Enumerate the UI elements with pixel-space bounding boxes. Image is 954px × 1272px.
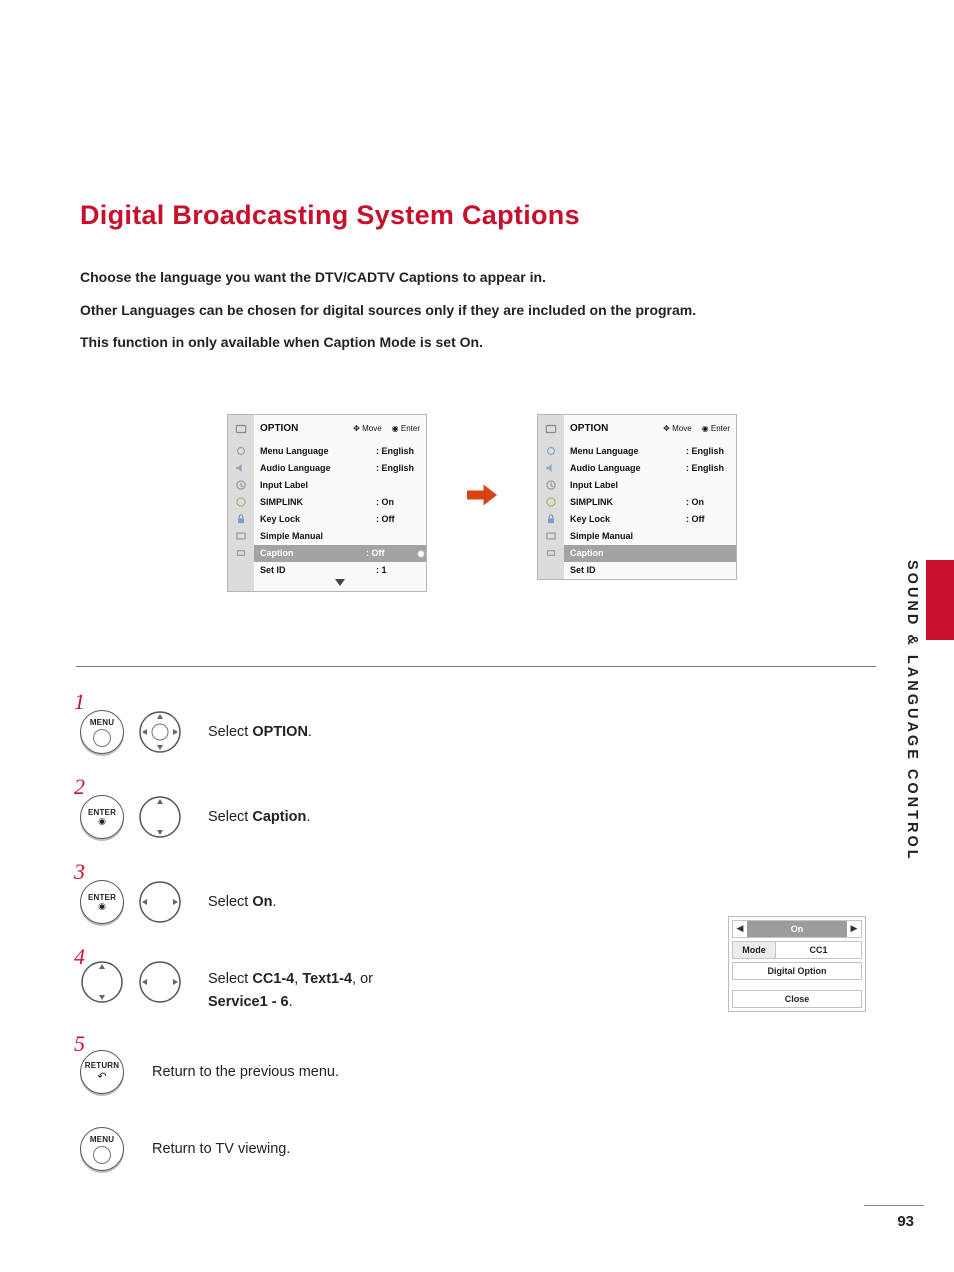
input-icon — [544, 529, 558, 543]
osd-item-list: Menu Language: English Audio Language: E… — [564, 443, 736, 579]
popup-mode-label: Mode — [732, 941, 776, 959]
osd-item-list: Menu Language: English Audio Language: E… — [254, 443, 426, 591]
osd-panel-right: OPTION ✥ Move ◉ Enter — [537, 414, 737, 580]
usb-icon — [234, 546, 248, 560]
remote-dpad-leftright — [138, 880, 182, 924]
caret-down-icon — [254, 579, 426, 591]
remote-enter-button: ENTER ◉ — [80, 880, 124, 924]
remote-dpad-leftright — [138, 960, 182, 1004]
time-icon — [544, 478, 558, 492]
page-title: Digital Broadcasting System Captions — [80, 200, 884, 231]
empty-icon — [234, 563, 248, 577]
osd-hints: ✥ Move ◉ Enter — [353, 424, 426, 433]
osd-hints: ✥ Move ◉ Enter — [663, 424, 736, 433]
picture-icon — [234, 444, 248, 458]
page-number-rule — [864, 1205, 924, 1206]
osd-category-icons — [228, 443, 254, 591]
channel-icon — [234, 422, 248, 436]
channel-icon — [544, 422, 558, 436]
enter-dot-icon — [416, 548, 426, 558]
step-1: 1 MENU Select OPTION. — [80, 705, 884, 760]
arrow-right-icon — [467, 484, 497, 506]
step-2: 2 ENTER ◉ Select Caption. — [80, 790, 884, 845]
remote-return-button: RETURN ↶ — [80, 1050, 124, 1094]
picture-icon — [544, 444, 558, 458]
option-icon — [234, 495, 248, 509]
popup-mode-value[interactable]: CC1 — [776, 941, 862, 959]
remote-dpad-all — [138, 710, 182, 754]
remote-menu-button: MENU — [80, 1127, 124, 1171]
lock-icon — [234, 512, 248, 526]
time-icon — [234, 478, 248, 492]
sound-icon — [234, 461, 248, 475]
step-4: 4 Select CC1-4, Text1-4, orService1 - 6. — [80, 960, 884, 1015]
osd-heading: OPTION — [564, 423, 663, 434]
lock-icon — [544, 512, 558, 526]
step-5: 5 RETURN ↶ Return to the previous menu. — [80, 1045, 884, 1100]
osd-panel-left: OPTION ✥ Move ◉ Enter — [227, 414, 427, 592]
step-number: 2 — [74, 774, 85, 800]
section-tab-marker — [926, 560, 954, 640]
step-6: MENU Return to TV viewing. — [80, 1122, 884, 1177]
step-number: 5 — [74, 1031, 85, 1057]
input-icon — [234, 529, 248, 543]
osd-category-icons — [538, 443, 564, 579]
usb-icon — [544, 546, 558, 560]
step-number: 1 — [74, 689, 85, 715]
step-number: 3 — [74, 859, 85, 885]
remote-dpad-updown — [138, 795, 182, 839]
remote-dpad-updown — [80, 960, 124, 1004]
osd-heading: OPTION — [254, 423, 353, 434]
divider — [76, 666, 876, 667]
sound-icon — [544, 461, 558, 475]
remote-menu-button: MENU — [80, 710, 124, 754]
step-3: 3 ENTER ◉ Select On. — [80, 875, 884, 930]
remote-enter-button: ENTER ◉ — [80, 795, 124, 839]
page-number: 93 — [897, 1213, 914, 1230]
empty-icon — [544, 563, 558, 577]
option-icon — [544, 495, 558, 509]
section-title-vertical: SOUND & LANGUAGE CONTROL — [904, 560, 920, 940]
intro-text: Choose the language you want the DTV/CAD… — [80, 264, 884, 356]
